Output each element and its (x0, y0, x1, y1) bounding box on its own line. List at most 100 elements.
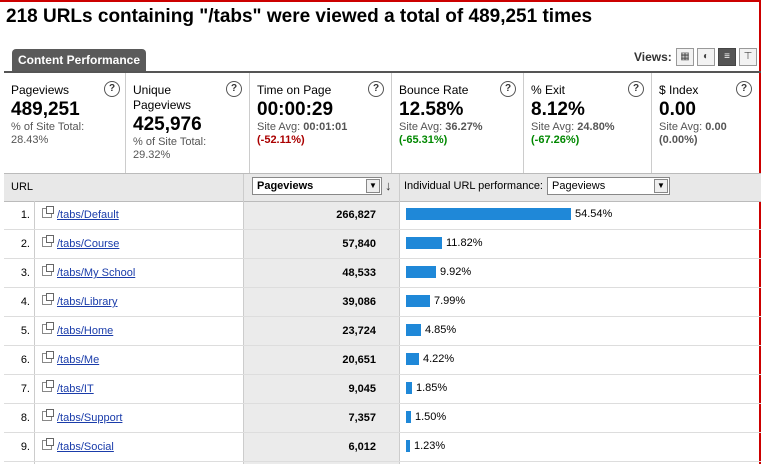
metric-subtitle: Site Avg: (399, 121, 443, 133)
metric-exit: % Exit 8.12% Site Avg: 24.80% (-67.26%) … (524, 73, 652, 173)
help-icon[interactable]: ? (500, 81, 516, 97)
pageviews-value: 39,086 (342, 296, 376, 308)
url-link[interactable]: /tabs/Support (57, 412, 122, 424)
performance-percent: 54.54% (575, 208, 613, 220)
performance-label: Individual URL performance: (404, 180, 543, 192)
help-icon[interactable]: ? (628, 81, 644, 97)
url-link[interactable]: /tabs/Me (57, 354, 99, 366)
metric-bounce-rate: Bounce Rate 12.58% Site Avg: 36.27% (-65… (392, 73, 524, 173)
pageviews-value: 48,533 (342, 267, 376, 279)
help-icon[interactable]: ? (736, 81, 752, 97)
metric-subtitle: % of Site Total: (133, 136, 207, 148)
pageviews-value: 266,827 (336, 209, 376, 221)
comparison-view-icon[interactable]: ⊤ (739, 48, 757, 66)
metric-subtitle: Site Avg: (257, 121, 301, 133)
pageviews-value: 7,357 (348, 412, 376, 424)
views-label: Views: (634, 50, 672, 64)
url-column-header: URL (11, 181, 34, 193)
pageviews-value: 23,724 (342, 325, 376, 337)
row-number: 6. (20, 354, 30, 366)
chevron-down-icon: ▼ (366, 179, 380, 193)
performance-bar (406, 237, 442, 249)
external-link-icon[interactable] (42, 206, 54, 218)
row-number: 5. (20, 325, 30, 337)
external-link-icon[interactable] (42, 264, 54, 276)
metric-change: (0.00%) (659, 134, 698, 146)
table-row: 8. /tabs/Support 7,357 1.50% (4, 404, 761, 433)
help-icon[interactable]: ? (104, 81, 120, 97)
performance-bar (406, 440, 410, 452)
row-number: 3. (20, 267, 30, 279)
performance-percent: 1.50% (415, 411, 447, 423)
performance-select-value: Pageviews (552, 180, 606, 192)
performance-percent: 1.85% (416, 382, 448, 394)
metric-site-avg: 36.27% (445, 121, 483, 133)
metric-change: (-67.26%) (531, 134, 580, 146)
table-row: 9. /tabs/Social 6,012 1.23% (4, 433, 761, 462)
table-row: 2. /tabs/Course 57,840 11.82% (4, 230, 761, 259)
report-headline: 218 URLs containing "/tabs" were viewed … (6, 6, 593, 27)
external-link-icon[interactable] (42, 409, 54, 421)
metric-value: 8.12% (531, 99, 585, 120)
help-icon[interactable]: ? (226, 81, 242, 97)
pageviews-value: 57,840 (342, 238, 376, 250)
metric-dollar-index: $ Index 0.00 Site Avg: 0.00 (0.00%) ? (652, 73, 761, 173)
performance-percent: 9.92% (440, 266, 472, 278)
url-link[interactable]: /tabs/Library (57, 296, 118, 308)
table-row: 6. /tabs/Me 20,651 4.22% (4, 346, 761, 375)
metric-pageviews: Pageviews 489,251 % of Site Total: 28.43… (4, 73, 126, 173)
grid-view-icon[interactable]: ▦ (676, 48, 694, 66)
url-link[interactable]: /tabs/Default (57, 209, 119, 221)
metric-site-avg: 00:01:01 (303, 121, 348, 133)
performance-bar (406, 382, 412, 394)
performance-percent: 4.85% (425, 324, 457, 336)
pageviews-value: 6,012 (348, 441, 376, 453)
performance-bar (406, 295, 430, 307)
performance-percent: 4.22% (423, 353, 455, 365)
performance-bar (406, 208, 571, 220)
tab-content-performance[interactable]: Content Performance (12, 49, 146, 71)
metric-value: 00:00:29 (257, 99, 334, 120)
performance-percent: 11.82% (446, 237, 483, 249)
table-row: 7. /tabs/IT 9,045 1.85% (4, 375, 761, 404)
metric-value: 489,251 (11, 99, 80, 120)
performance-percent: 7.99% (434, 295, 466, 307)
url-link[interactable]: /tabs/Course (57, 238, 119, 250)
external-link-icon[interactable] (42, 235, 54, 247)
chevron-down-icon: ▼ (654, 179, 668, 193)
table-row: 1. /tabs/Default 266,827 54.54% (4, 201, 761, 230)
row-number: 4. (20, 296, 30, 308)
metric-select-value: Pageviews (257, 180, 314, 192)
metric-value: 425,976 (133, 114, 202, 135)
metric-site-share: 29.32% (133, 149, 171, 161)
pageviews-value: 20,651 (342, 354, 376, 366)
url-link[interactable]: /tabs/Social (57, 441, 114, 453)
row-number: 7. (20, 383, 30, 395)
table-row: 4. /tabs/Library 39,086 7.99% (4, 288, 761, 317)
metric-subtitle: Site Avg: (531, 121, 575, 133)
metric-change: (-65.31%) (399, 134, 448, 146)
external-link-icon[interactable] (42, 380, 54, 392)
pageviews-value: 9,045 (348, 383, 376, 395)
metric-value: 0.00 (659, 99, 696, 120)
table-row: 5. /tabs/Home 23,724 4.85% (4, 317, 761, 346)
metric-subtitle: % of Site Total: (11, 121, 85, 133)
performance-bar (406, 266, 436, 278)
url-link[interactable]: /tabs/My School (57, 267, 135, 279)
pie-view-icon[interactable]: ◐ (697, 48, 715, 66)
external-link-icon[interactable] (42, 322, 54, 334)
url-link[interactable]: /tabs/Home (57, 325, 113, 337)
row-number: 1. (20, 209, 30, 221)
performance-view-icon[interactable]: ≡ (718, 48, 736, 66)
help-icon[interactable]: ? (368, 81, 384, 97)
external-link-icon[interactable] (42, 293, 54, 305)
external-link-icon[interactable] (42, 351, 54, 363)
performance-percent: 1.23% (414, 440, 446, 452)
url-link[interactable]: /tabs/IT (57, 383, 94, 395)
sort-descending-icon[interactable]: ↓ (385, 178, 392, 193)
performance-bar (406, 353, 419, 365)
window-border-top (0, 0, 761, 2)
performance-select[interactable]: Pageviews ▼ (547, 177, 670, 195)
metric-select[interactable]: Pageviews ▼ (252, 177, 382, 195)
external-link-icon[interactable] (42, 438, 54, 450)
